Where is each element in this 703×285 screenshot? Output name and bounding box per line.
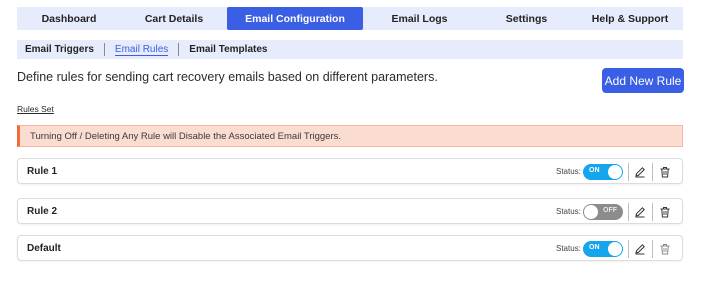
subtab-email-templates[interactable]: Email Templates [189,44,267,55]
toggle-knob [608,242,622,256]
status-label: Status: [556,166,581,176]
subtab-divider [103,43,105,56]
divider [652,240,653,258]
trash-icon[interactable] [658,205,672,219]
subtab-email-rules[interactable]: Email Rules [114,44,169,56]
toggle-knob [608,165,622,179]
status-toggle[interactable]: ON [583,241,623,257]
tab-email-logs[interactable]: Email Logs [363,7,476,30]
add-new-rule-button[interactable]: Add New Rule [602,68,684,93]
rule-card: Default Status: ON [17,235,683,261]
divider [628,163,629,181]
rule-name: Rule 1 [27,165,58,177]
status-toggle[interactable]: ON [583,164,623,180]
subtab-email-triggers[interactable]: Email Triggers [25,44,94,55]
divider [628,240,629,258]
status-label: Status: [556,243,581,253]
toggle-label: ON [589,244,600,251]
rule-card: Rule 1 Status: ON [17,158,683,184]
divider [652,163,653,181]
tab-cart-details[interactable]: Cart Details [121,7,227,30]
status-toggle[interactable]: OFF [583,204,623,220]
sub-tab-bar: Email Triggers Email Rules Email Templat… [17,40,683,59]
page-description: Define rules for sending cart recovery e… [17,70,438,84]
toggle-knob [584,205,598,219]
trash-icon[interactable] [658,165,672,179]
warning-text: Turning Off / Deleting Any Rule will Dis… [30,130,342,142]
trash-icon[interactable] [658,242,672,256]
divider [628,203,629,221]
rule-name: Rule 2 [27,205,58,217]
rules-set-label: Rules Set [17,104,54,114]
tab-email-configuration[interactable]: Email Configuration [227,7,363,30]
tab-settings[interactable]: Settings [476,7,577,30]
divider [652,203,653,221]
pencil-icon[interactable] [633,205,647,219]
rule-card: Rule 2 Status: OFF [17,198,683,224]
main-tab-bar: Dashboard Cart Details Email Configurati… [17,7,683,30]
subtab-divider [178,43,180,56]
toggle-label: OFF [603,207,617,214]
rule-name: Default [27,242,61,254]
tab-dashboard[interactable]: Dashboard [17,7,121,30]
pencil-icon[interactable] [633,165,647,179]
pencil-icon[interactable] [633,242,647,256]
warning-banner: Turning Off / Deleting Any Rule will Dis… [17,125,683,147]
toggle-label: ON [589,167,600,174]
tab-help-support[interactable]: Help & Support [577,7,683,30]
status-label: Status: [556,206,581,216]
